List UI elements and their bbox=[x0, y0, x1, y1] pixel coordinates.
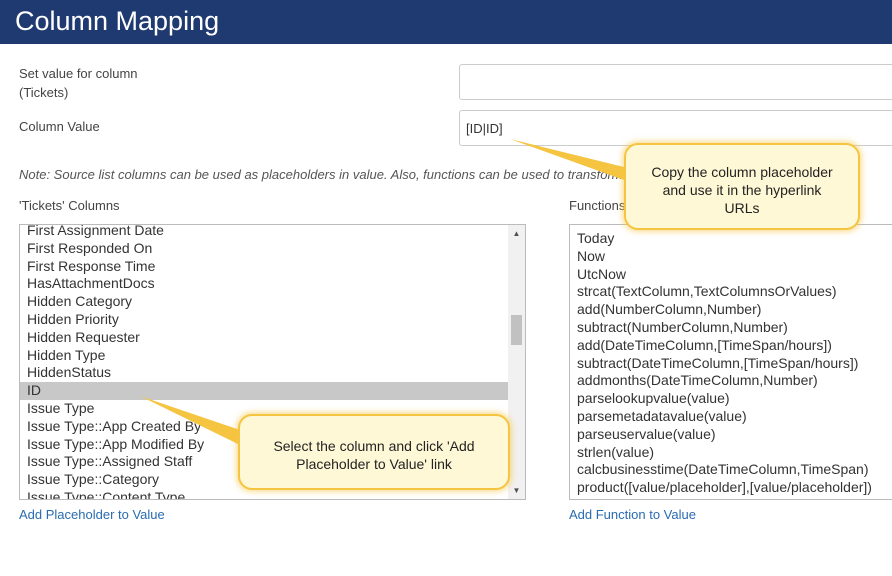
triangle-down-icon[interactable]: ▼ bbox=[508, 482, 525, 499]
select-column-callout: Select the column and click 'Add Placeho… bbox=[238, 414, 510, 490]
set-value-label-line2: (Tickets) bbox=[19, 85, 69, 100]
set-value-label-line1: Set value for column bbox=[19, 66, 138, 81]
callout-line: and use it in the hyperlink bbox=[662, 182, 822, 198]
list-item[interactable]: calcbusinesstime(DateTimeColumn,TimeSpan… bbox=[570, 461, 892, 479]
list-item[interactable]: parsemetadatavalue(value) bbox=[570, 408, 892, 426]
note-text: Note: Source list columns can be used as… bbox=[19, 167, 639, 182]
list-item[interactable]: Hidden Category bbox=[20, 293, 508, 311]
add-function-link[interactable]: Add Function to Value bbox=[569, 507, 696, 522]
page-title: Column Mapping bbox=[15, 6, 220, 36]
list-item[interactable]: add(NumberColumn,Number) bbox=[570, 301, 892, 319]
list-item[interactable]: add(DateTimeColumn,[TimeSpan/hours]) bbox=[570, 337, 892, 355]
set-value-input[interactable] bbox=[459, 64, 892, 100]
list-item[interactable]: UtcNow bbox=[570, 266, 892, 284]
list-item[interactable]: First Responded On bbox=[20, 240, 508, 258]
list-item[interactable]: HiddenStatus bbox=[20, 364, 508, 382]
list-item[interactable]: addmonths(DateTimeColumn,Number) bbox=[570, 372, 892, 390]
callout-line: Copy the column placeholder bbox=[651, 164, 833, 180]
list-item[interactable]: Now bbox=[570, 248, 892, 266]
list-item[interactable]: Today bbox=[570, 230, 892, 248]
list-item[interactable]: First Response Time bbox=[20, 258, 508, 276]
list-item[interactable]: Issue Type::Content Type bbox=[20, 489, 508, 499]
list-item[interactable]: Hidden Requester bbox=[20, 329, 508, 347]
column-value-label: Column Value bbox=[19, 119, 100, 134]
functions-heading: Functions bbox=[569, 198, 626, 213]
list-item[interactable]: subtract(DateTimeColumn,[TimeSpan/hours]… bbox=[570, 355, 892, 373]
triangle-up-icon[interactable]: ▲ bbox=[508, 225, 525, 242]
callout-line: Placeholder to Value' link bbox=[296, 456, 452, 472]
list-item[interactable]: parseuservalue(value) bbox=[570, 426, 892, 444]
list-item[interactable]: subtract(NumberColumn,Number) bbox=[570, 319, 892, 337]
callout-line: Select the column and click 'Add bbox=[273, 438, 475, 454]
title-bar: Column Mapping bbox=[0, 0, 892, 44]
add-placeholder-link[interactable]: Add Placeholder to Value bbox=[19, 507, 165, 522]
list-item[interactable]: Hidden Priority bbox=[20, 311, 508, 329]
set-value-label: Set value for column (Tickets) bbox=[19, 64, 138, 102]
list-item[interactable]: Hidden Type bbox=[20, 347, 508, 365]
scrollbar-thumb[interactable] bbox=[511, 315, 522, 345]
column-value-input[interactable]: [ID|ID] bbox=[459, 110, 892, 146]
list-item[interactable]: strcat(TextColumn,TextColumnsOrValues) bbox=[570, 283, 892, 301]
callout-line: URLs bbox=[724, 200, 760, 216]
columns-scrollbar[interactable]: ▲ ▼ bbox=[508, 225, 525, 499]
columns-heading: 'Tickets' Columns bbox=[19, 198, 120, 213]
list-item[interactable]: First Assignment Date bbox=[20, 225, 508, 240]
functions-listbox[interactable]: Today Now UtcNow strcat(TextColumn,TextC… bbox=[569, 224, 892, 500]
list-item-selected[interactable]: ID bbox=[20, 382, 508, 400]
functions-list: Today Now UtcNow strcat(TextColumn,TextC… bbox=[570, 230, 892, 497]
list-item[interactable]: strlen(value) bbox=[570, 444, 892, 462]
list-item[interactable]: parselookupvalue(value) bbox=[570, 390, 892, 408]
copy-placeholder-callout: Copy the column placeholder and use it i… bbox=[624, 143, 860, 230]
list-item[interactable]: product([value/placeholder],[value/place… bbox=[570, 479, 892, 497]
list-item[interactable]: HasAttachmentDocs bbox=[20, 275, 508, 293]
